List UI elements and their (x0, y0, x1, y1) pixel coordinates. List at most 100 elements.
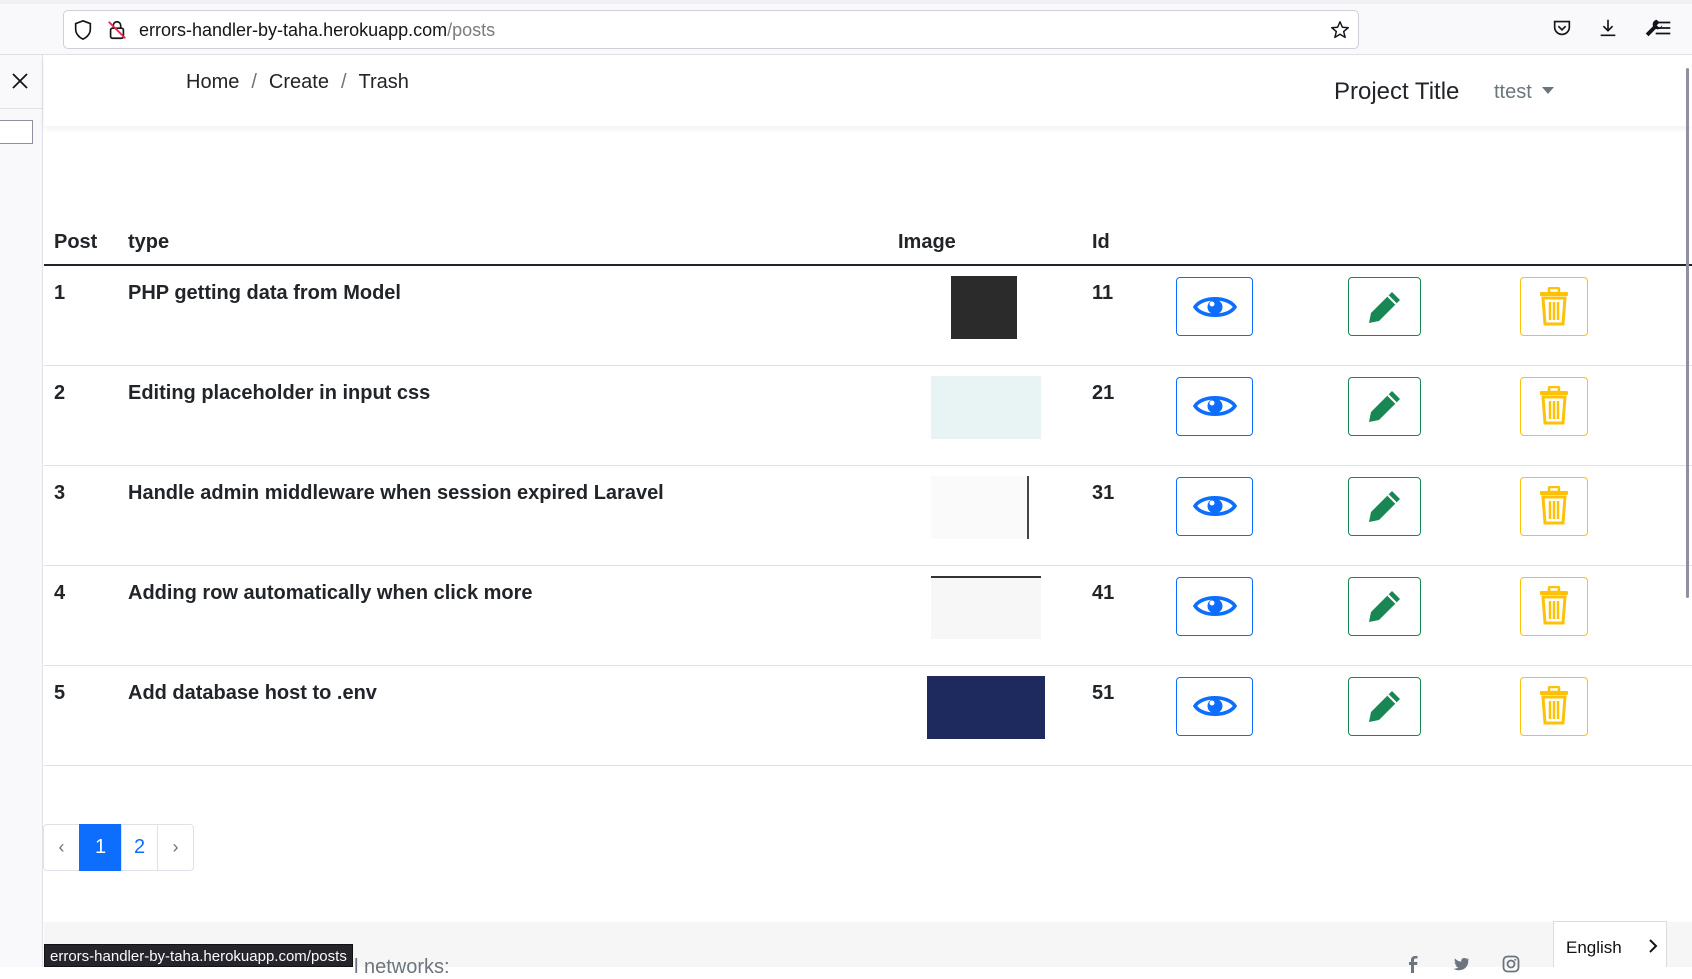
page-link-1[interactable]: 1 (79, 824, 122, 871)
delete-button[interactable] (1520, 476, 1588, 536)
edit-button[interactable] (1348, 576, 1421, 636)
table-body: 1 PHP getting data from Model 11 2 Editi… (44, 265, 1692, 766)
shield-icon[interactable] (72, 19, 94, 41)
social-networks-text: l networks: (354, 956, 450, 978)
post-image-cell (898, 565, 1092, 666)
page-link-2[interactable]: 2 (121, 824, 158, 871)
twitter-icon[interactable] (1452, 955, 1470, 973)
delete-button[interactable] (1520, 376, 1588, 436)
table-row: 3 Handle admin middleware when session e… (44, 465, 1692, 566)
post-image-cell (898, 365, 1092, 466)
insecure-lock-icon[interactable] (106, 19, 128, 41)
posts-table: Post type Image Id 1 PHP getting data fr… (44, 220, 1692, 766)
post-title: Add database host to .env (128, 665, 898, 766)
edit-button[interactable] (1348, 676, 1421, 736)
post-id: 21 (1092, 365, 1176, 466)
header-image: Image (898, 220, 1092, 266)
language-switcher[interactable]: English (1553, 921, 1667, 967)
post-id: 51 (1092, 665, 1176, 766)
pagination-prev[interactable]: ‹ (43, 824, 80, 871)
post-number: 5 (44, 665, 128, 766)
facebook-icon[interactable] (1404, 955, 1422, 973)
view-cell (1176, 465, 1348, 566)
user-name: ttest (1494, 81, 1532, 103)
view-button[interactable] (1176, 576, 1253, 636)
caret-down-icon (1541, 87, 1554, 94)
header-post: Post (44, 220, 128, 266)
delete-button[interactable] (1520, 277, 1588, 336)
page-scrollbar[interactable] (1686, 68, 1689, 598)
header-type: type (128, 220, 898, 266)
post-id: 41 (1092, 565, 1176, 666)
breadcrumb-home[interactable]: Home (186, 71, 239, 93)
eye-icon (1192, 696, 1237, 716)
delete-button[interactable] (1520, 676, 1588, 736)
view-button[interactable] (1176, 376, 1253, 436)
delete-button[interactable] (1520, 576, 1588, 636)
download-icon[interactable] (1597, 17, 1619, 39)
edit-cell (1348, 465, 1520, 566)
edit-cell (1348, 265, 1520, 366)
view-button[interactable] (1176, 676, 1253, 736)
breadcrumb-create[interactable]: Create (269, 71, 329, 93)
pencil-icon (1368, 391, 1400, 422)
pagination: ‹ 1 2 › (43, 824, 194, 871)
header-delete (1520, 220, 1692, 266)
eye-icon (1192, 296, 1237, 317)
instagram-icon[interactable] (1502, 955, 1520, 973)
post-title: Adding row automatically when click more (128, 565, 898, 666)
post-image-cell (898, 265, 1092, 366)
post-thumbnail (931, 475, 1029, 539)
view-cell (1176, 265, 1348, 366)
pocket-icon[interactable] (1551, 17, 1573, 39)
view-cell (1176, 565, 1348, 666)
edit-button[interactable] (1348, 476, 1421, 536)
table-row: 2 Editing placeholder in input css 21 (44, 365, 1692, 466)
delete-cell (1520, 465, 1692, 566)
delete-cell (1520, 365, 1692, 466)
post-image-cell (898, 465, 1092, 566)
post-number: 3 (44, 465, 128, 566)
edit-button[interactable] (1348, 376, 1421, 436)
pencil-icon (1368, 491, 1400, 522)
side-panel-divider (0, 108, 43, 109)
post-id: 11 (1092, 265, 1176, 366)
post-thumbnail (931, 375, 1041, 439)
view-cell (1176, 665, 1348, 766)
post-title: PHP getting data from Model (128, 265, 898, 366)
app-menu-icon[interactable] (1652, 17, 1674, 39)
post-thumbnail (927, 675, 1045, 739)
breadcrumb-trash[interactable]: Trash (359, 71, 409, 93)
close-icon[interactable] (10, 71, 30, 91)
delete-cell (1520, 265, 1692, 366)
pencil-icon (1368, 291, 1400, 323)
post-id: 31 (1092, 465, 1176, 566)
project-title[interactable]: Project Title (1334, 78, 1459, 106)
bookmark-star-icon[interactable] (1329, 19, 1351, 41)
edit-button[interactable] (1348, 277, 1421, 336)
header-id: Id (1092, 220, 1176, 266)
eye-icon (1192, 596, 1237, 616)
url-text[interactable]: errors-handler-by-taha.herokuapp.com/pos… (139, 20, 495, 41)
view-cell (1176, 365, 1348, 466)
posts-table-wrapper: Post type Image Id 1 PHP getting data fr… (44, 220, 1692, 766)
table-row: 5 Add database host to .env 51 (44, 665, 1692, 766)
trash-icon (1540, 586, 1568, 625)
site-navbar: Home / Create / Trash Project Title ttest (44, 56, 1692, 126)
breadcrumb-separator: / (251, 71, 257, 93)
post-number: 2 (44, 365, 128, 466)
address-bar[interactable]: errors-handler-by-taha.herokuapp.com/pos… (63, 10, 1359, 49)
post-title: Editing placeholder in input css (128, 365, 898, 466)
post-title: Handle admin middleware when session exp… (128, 465, 898, 566)
user-dropdown[interactable]: ttest (1494, 81, 1554, 104)
view-button[interactable] (1176, 476, 1253, 536)
view-button[interactable] (1176, 277, 1253, 336)
status-url-tooltip: errors-handler-by-taha.herokuapp.com/pos… (44, 944, 353, 967)
delete-cell (1520, 565, 1692, 666)
eye-icon (1192, 496, 1237, 516)
pagination-next[interactable]: › (157, 824, 194, 871)
side-panel-search-input[interactable] (0, 120, 33, 144)
pencil-icon (1368, 691, 1400, 722)
post-thumbnail (931, 575, 1041, 639)
table-row: 4 Adding row automatically when click mo… (44, 565, 1692, 666)
